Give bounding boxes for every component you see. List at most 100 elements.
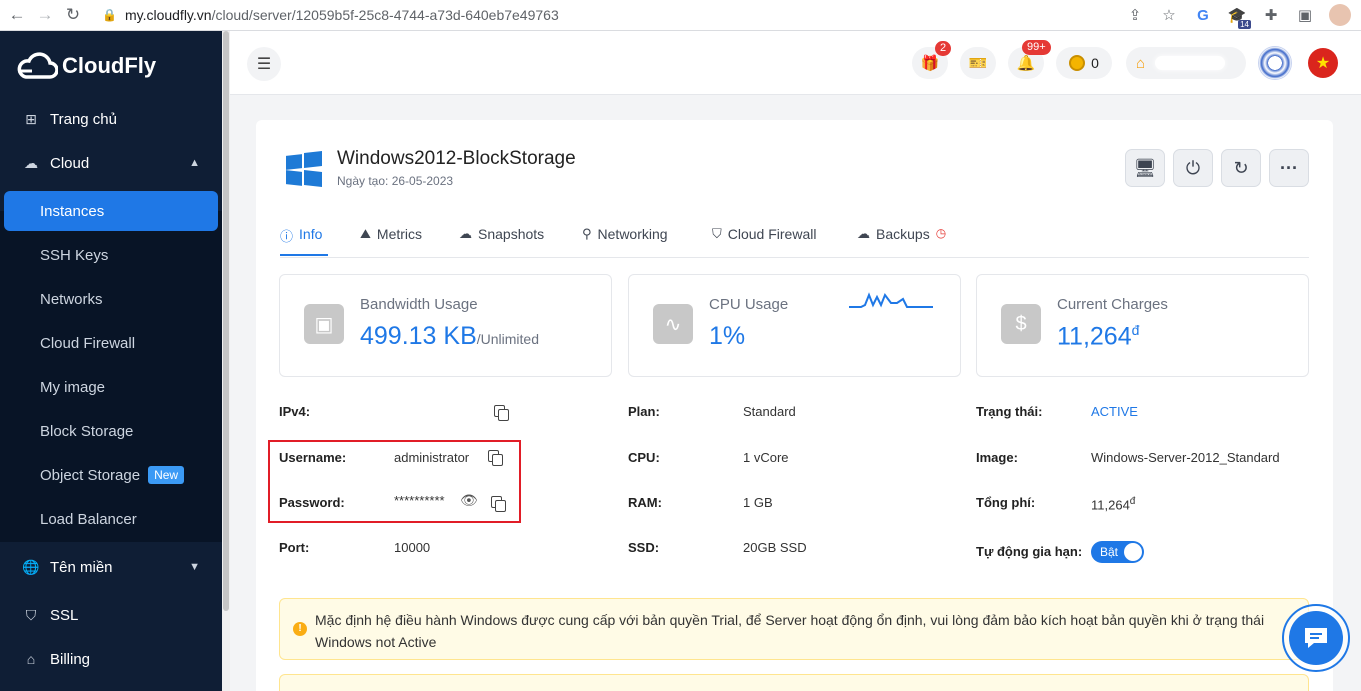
sidebar-item-domain[interactable]: 🌐 Tên miền ▼: [0, 547, 222, 587]
account-button[interactable]: ⌂: [1126, 47, 1246, 79]
sidebar-sub-instances[interactable]: Instances: [4, 191, 218, 231]
reload-icon[interactable]: ↻: [62, 5, 84, 25]
chat-bubble-icon: [1289, 611, 1343, 665]
sidebar-item-home[interactable]: ⊞ Trang chủ: [0, 99, 222, 139]
ssd-label: SSD:: [628, 540, 660, 555]
address-bar[interactable]: my.cloudfly.vn/cloud/server/12059b5f-25c…: [125, 7, 559, 23]
port-value: 10000: [394, 540, 431, 555]
cloud-upload-icon: ☁: [857, 226, 870, 241]
sidebar-scrollbar[interactable]: [222, 31, 230, 691]
sidebar-sub-ssh-keys[interactable]: SSH Keys: [0, 235, 222, 275]
tab-label: Backups: [876, 226, 930, 242]
copy-icon[interactable]: [491, 496, 506, 512]
cpu-usage-card: ∿ CPU Usage 1%: [628, 274, 961, 377]
tab-metrics[interactable]: ⛰ Metrics: [360, 226, 422, 256]
copy-icon[interactable]: [488, 450, 503, 466]
server-detail-card: Windows2012-BlockStorage Ngày tạo: 26-05…: [256, 120, 1333, 691]
eye-slash-icon[interactable]: 👁: [460, 492, 478, 509]
copy-icon[interactable]: [494, 405, 509, 421]
power-button[interactable]: ⏻: [1173, 149, 1213, 187]
sidebar-sub-networks[interactable]: Networks: [0, 279, 222, 319]
ticket-icon: 🎫: [968, 55, 988, 72]
sidebar-sub-cloud-firewall[interactable]: Cloud Firewall: [0, 323, 222, 363]
cloud-icon: ☁: [24, 154, 38, 171]
shield-icon: ⛉: [25, 606, 37, 623]
stat-label: Bandwidth Usage: [360, 296, 478, 313]
power-icon: ⏻: [1185, 157, 1201, 178]
tab-info[interactable]: ⓘ Info: [280, 226, 328, 256]
sidebar-item-cloud[interactable]: ☁ Cloud ▲: [0, 143, 222, 183]
server-name: Windows2012-BlockStorage: [337, 148, 576, 169]
console-button[interactable]: 🖥: [1125, 149, 1165, 187]
ticket-button[interactable]: 🎫: [960, 47, 996, 79]
toggle-label: Bật: [1100, 545, 1119, 559]
profile-avatar[interactable]: [1329, 4, 1351, 26]
translate-icon[interactable]: G: [1193, 5, 1213, 25]
notification-badge: 99+: [1022, 40, 1051, 55]
language-globe-icon[interactable]: [1258, 46, 1292, 80]
cloud-logo-icon: [17, 52, 58, 79]
sidebar-sub-object-storage[interactable]: Object Storage New: [0, 455, 222, 495]
plan-label: Plan:: [628, 404, 660, 419]
extension-graduation-icon[interactable]: 🎓 14: [1227, 5, 1251, 29]
cpu-label: CPU:: [628, 450, 660, 465]
windows-license-notice: ! Mặc định hệ điều hành Windows được cun…: [279, 598, 1309, 660]
stat-value: 499.13 KB/Unlimited: [360, 322, 539, 351]
notice-text: Mặc định hệ điều hành Windows được cung …: [315, 612, 1265, 650]
auto-renew-label: Tự động gia hạn:: [976, 544, 1083, 559]
tab-networking[interactable]: ⚲ Networking: [582, 226, 668, 256]
toggle-knob: [1124, 543, 1142, 561]
secondary-notice: [279, 674, 1309, 691]
coin-balance-button[interactable]: 0: [1056, 47, 1112, 79]
charges-currency: đ: [1131, 322, 1140, 338]
tab-cloud-firewall[interactable]: ⛉ Cloud Firewall: [712, 226, 816, 256]
bookmark-star-icon[interactable]: ☆: [1159, 5, 1179, 25]
tab-label: Networking: [597, 226, 668, 242]
chat-widget-button[interactable]: [1282, 604, 1350, 672]
grid-icon: ⊞: [25, 110, 37, 127]
tab-snapshots[interactable]: ☁ Snapshots: [459, 226, 544, 256]
lock-icon[interactable]: 🔒: [102, 8, 117, 22]
vietnam-flag-icon[interactable]: ★: [1308, 48, 1338, 78]
reboot-button[interactable]: ↻: [1221, 149, 1261, 187]
ipv4-label: IPv4:: [279, 404, 311, 419]
sidebar: CloudFly ⊞ Trang chủ ☁ Cloud ▲ Instances…: [0, 31, 222, 691]
dollar-icon: $: [1001, 304, 1041, 344]
home-dollar-icon: ⌂: [26, 651, 36, 667]
sidebar-sub-load-balancer[interactable]: Load Balancer: [0, 499, 222, 539]
sidebar-item-label: Cloud Firewall: [40, 334, 136, 352]
sidebar-sub-my-image[interactable]: My image: [0, 367, 222, 407]
notification-button[interactable]: 🔔 99+: [1008, 40, 1051, 79]
share-icon[interactable]: ⇪: [1125, 5, 1145, 25]
forward-icon[interactable]: →: [34, 5, 56, 25]
brand-logo[interactable]: CloudFly: [0, 31, 222, 101]
sidebar-item-billing[interactable]: ⌂ Billing: [0, 639, 222, 679]
windows-logo-icon: [286, 151, 322, 187]
scrollbar-thumb[interactable]: [223, 31, 229, 611]
stat-label: Current Charges: [1057, 296, 1168, 313]
auto-renew-toggle[interactable]: Bật: [1091, 541, 1144, 563]
gift-icon: 🎁: [920, 55, 940, 72]
extensions-puzzle-icon[interactable]: ✚: [1261, 5, 1281, 25]
menu-toggle-button[interactable]: ☰: [247, 47, 281, 81]
sidebar-item-label: Instances: [40, 202, 105, 220]
username-label: Username:: [279, 450, 347, 465]
total-fee-amount: 11,264: [1091, 497, 1130, 513]
globe-icon: 🌐: [22, 558, 40, 575]
brand-name: CloudFly: [62, 53, 157, 78]
ram-label: RAM:: [628, 495, 662, 510]
gift-button[interactable]: 🎁 2: [912, 41, 952, 79]
hamburger-icon: ☰: [256, 56, 272, 73]
bandwidth-suffix: /Unlimited: [476, 331, 540, 347]
sidebar-item-ssl[interactable]: ⛉ SSL: [0, 595, 222, 635]
back-icon[interactable]: ←: [6, 5, 28, 25]
tab-backups[interactable]: ☁ Backups ◷: [857, 226, 946, 256]
info-icon: ⓘ: [280, 229, 294, 244]
more-actions-button[interactable]: ···: [1269, 149, 1309, 187]
chart-icon: ⛰: [360, 226, 371, 241]
stat-label: CPU Usage: [709, 296, 789, 313]
port-label: Port:: [279, 540, 310, 555]
side-panel-icon[interactable]: ▣: [1295, 5, 1315, 25]
sidebar-sub-block-storage[interactable]: Block Storage: [0, 411, 222, 451]
ellipsis-icon: ···: [1280, 157, 1298, 178]
